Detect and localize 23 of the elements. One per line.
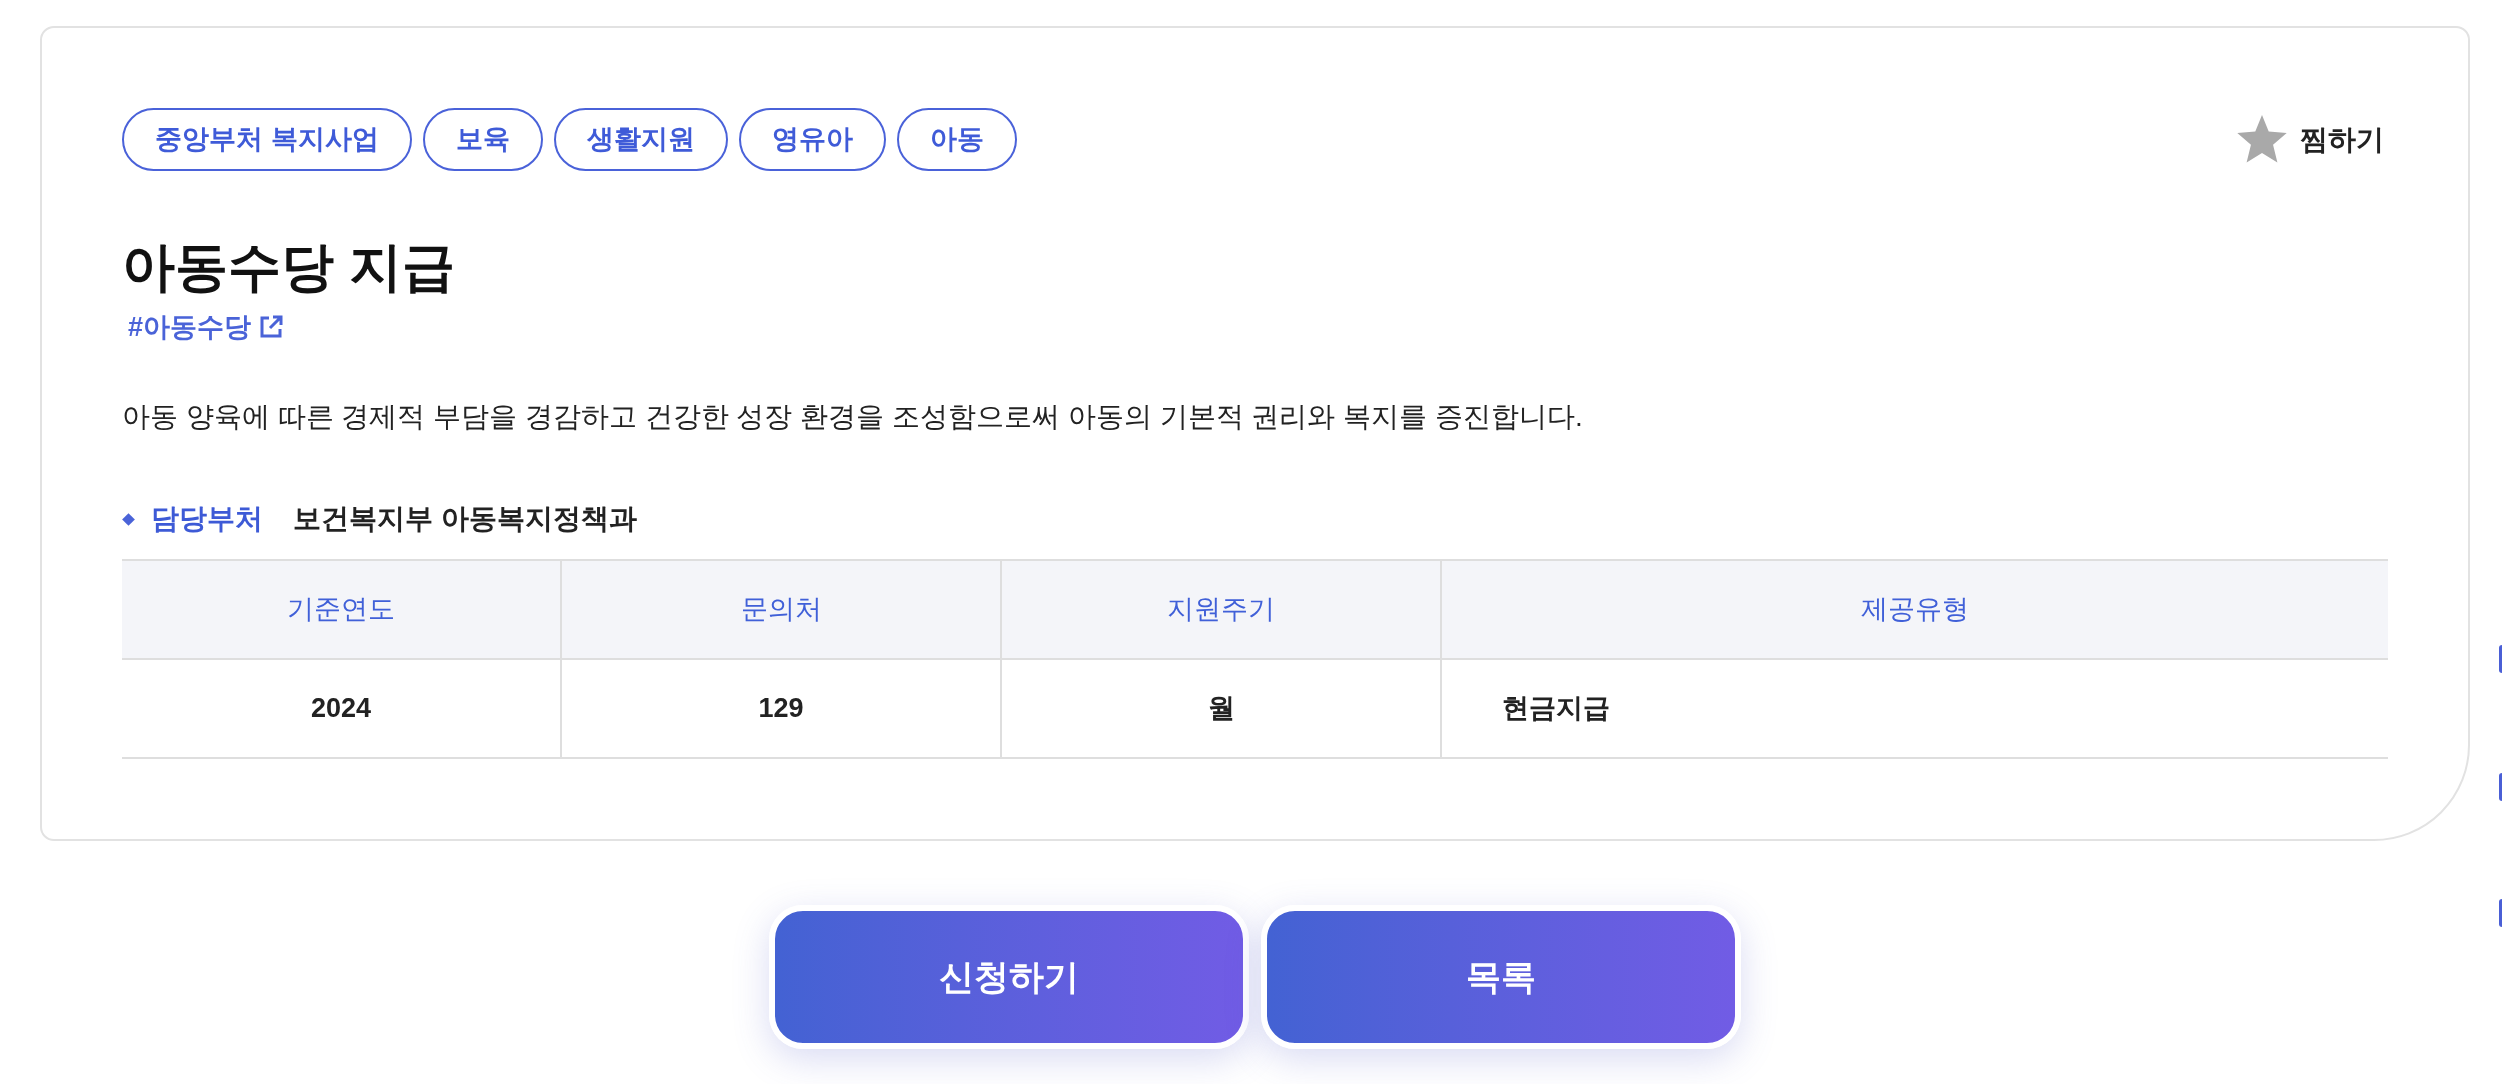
category-tag[interactable]: 중앙부처 복지사업 [122, 108, 412, 171]
page-title: 아동수당 지급 [122, 236, 456, 298]
table-cell: 월 [1002, 660, 1442, 759]
table-cell: 2024 [122, 660, 562, 759]
column-header: 기준연도 [122, 561, 562, 660]
column-header: 제공유형 [1442, 561, 2388, 660]
diamond-bullet-icon [122, 512, 135, 526]
bookmark-button[interactable]: 찜하기 [2236, 114, 2384, 165]
column-header: 문의처 [562, 561, 1002, 660]
department-name: 보건복지부 아동복지정책과 [293, 502, 637, 536]
external-link-icon [259, 315, 284, 339]
table-cell: 129 [562, 660, 1002, 759]
round-button[interactable] [2499, 645, 2502, 673]
category-tag[interactable]: 영유아 [738, 108, 886, 171]
hashtag-link[interactable]: #아동수당 [128, 309, 284, 345]
category-tag[interactable]: 생활지원 [553, 108, 728, 171]
category-tag[interactable]: 아동 [896, 108, 1017, 171]
department-label: 담당부처 [151, 502, 263, 536]
round-button[interactable] [2499, 899, 2502, 927]
description-text: 아동 양육에 따른 경제적 부담을 경감하고 건강한 성장 환경을 조성함으로써 아동의 기본적 권리와 복지를 증진합니다. [122, 400, 1584, 434]
category-tag[interactable]: 보육 [422, 108, 543, 171]
round-button[interactable] [2499, 773, 2502, 801]
column-header: 지원주기 [1002, 561, 1442, 660]
